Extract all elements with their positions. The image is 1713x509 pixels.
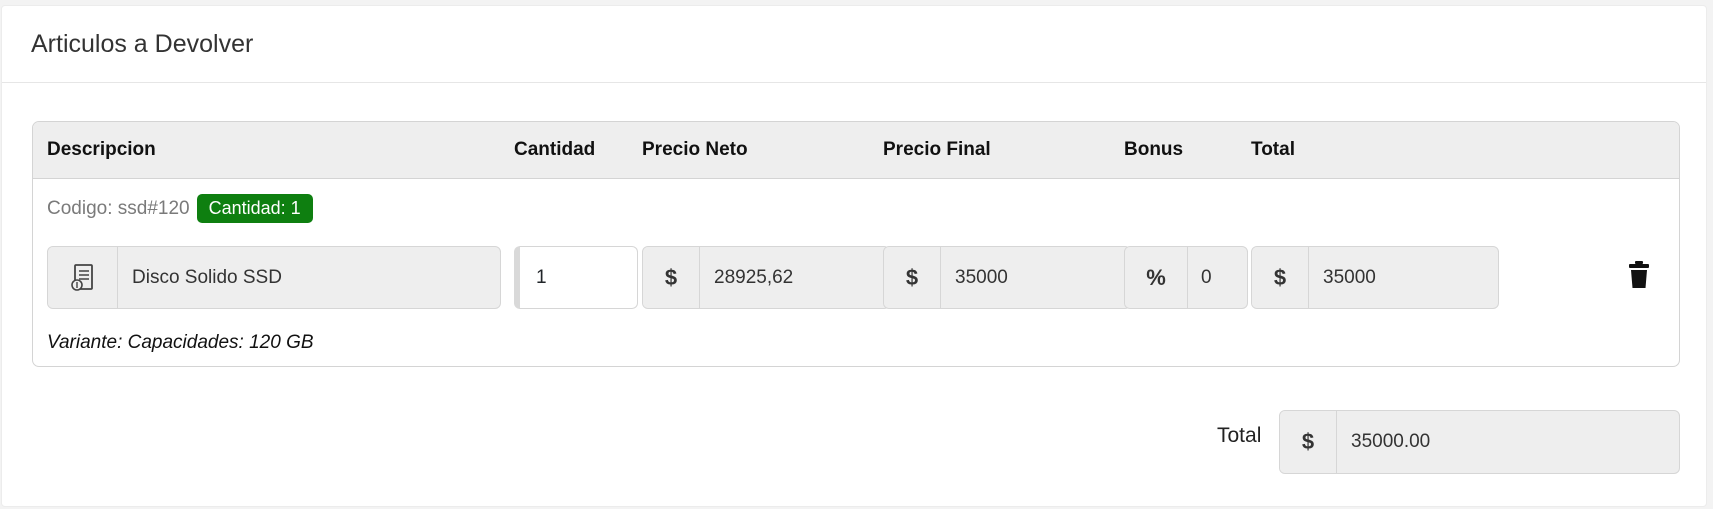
net-price-field[interactable]: $ 28925,62 [642, 246, 890, 309]
receipt-icon [48, 247, 118, 308]
product-code: Codigo: ssd#120 [47, 197, 190, 219]
quantity-badge: Cantidad: 1 [196, 194, 313, 223]
currency-symbol: $ [1252, 247, 1309, 308]
variant-text: Variante: Capacidades: 120 GB [47, 332, 314, 353]
header-precio-final: Precio Final [883, 139, 991, 160]
currency-symbol: $ [1280, 411, 1337, 473]
header-bonus: Bonus [1124, 139, 1184, 160]
net-price-value: 28925,62 [714, 266, 794, 288]
return-items-card: Articulos a Devolver Descripcion Cantida… [1, 5, 1707, 507]
total-label: Total [1217, 424, 1262, 447]
card-header: Articulos a Devolver [2, 6, 1706, 83]
final-price-value: 35000 [955, 266, 1008, 288]
currency-symbol: $ [643, 247, 700, 308]
quantity-value: 1 [536, 266, 547, 288]
trash-icon[interactable] [1629, 261, 1649, 291]
grand-total-field[interactable]: $ 35000.00 [1279, 410, 1680, 474]
final-price-field[interactable]: $ 35000 [883, 246, 1131, 309]
row-total-field[interactable]: $ 35000 [1251, 246, 1499, 309]
grand-total-value: 35000.00 [1351, 431, 1431, 452]
items-table: Descripcion Cantidad Precio Neto Precio … [32, 121, 1680, 367]
header-total: Total [1251, 139, 1295, 160]
description-field[interactable]: Disco Solido SSD [47, 246, 501, 309]
bonus-value: 0 [1201, 266, 1212, 288]
card-title: Articulos a Devolver [31, 29, 254, 58]
row-total-value: 35000 [1323, 266, 1376, 288]
header-precio-neto: Precio Neto [642, 139, 748, 160]
bonus-field[interactable]: % 0 [1124, 246, 1248, 309]
row-meta: Codigo: ssd#120 Cantidad: 1 [47, 194, 313, 223]
header-cantidad: Cantidad [514, 139, 596, 160]
quantity-input[interactable]: 1 [514, 246, 638, 309]
table-header: Descripcion Cantidad Precio Neto Precio … [33, 122, 1679, 179]
description-value: Disco Solido SSD [132, 266, 282, 288]
currency-symbol: $ [884, 247, 941, 308]
header-descripcion: Descripcion [47, 139, 156, 160]
percent-symbol: % [1125, 247, 1188, 308]
